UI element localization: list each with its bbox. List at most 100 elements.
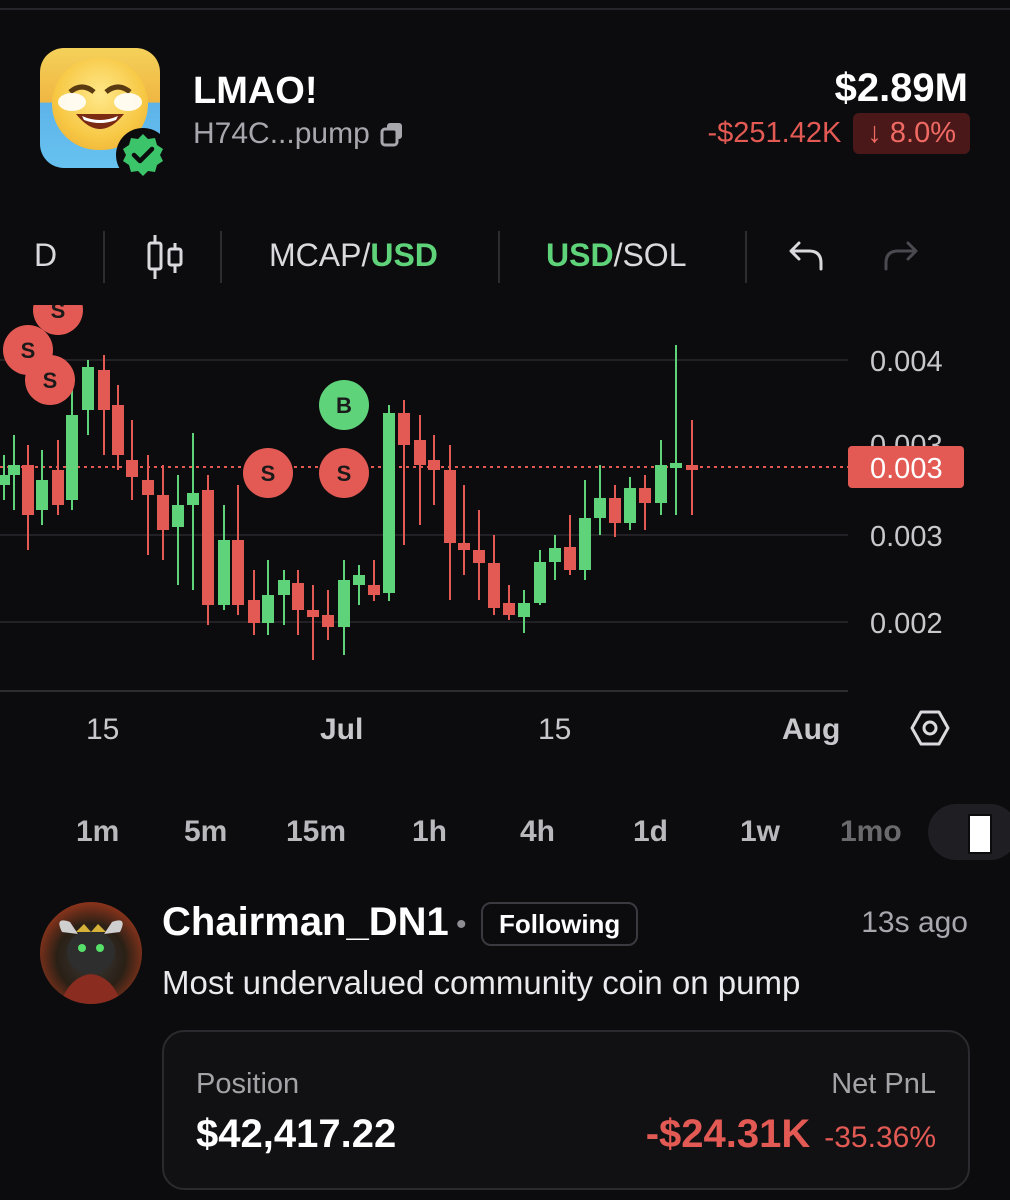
quote-active: USD [546, 237, 614, 273]
candle-body [670, 463, 682, 468]
candle-body [66, 415, 78, 500]
timeframe-1d[interactable]: 1d [633, 815, 668, 849]
candle-body [458, 543, 470, 550]
trade-marker-label: B [336, 393, 352, 418]
timeframe-1m[interactable]: 1m [76, 815, 119, 849]
candle-body [248, 600, 260, 623]
change-percent-badge: ↓ 8.0% [853, 113, 970, 154]
chart-toolbar: D MCAP/USD USD/SOL [0, 225, 1010, 289]
timeframe-more-button[interactable] [928, 804, 1010, 860]
timeframe-15m[interactable]: 15m [286, 815, 346, 849]
candle-body [218, 540, 230, 605]
mcap-toggle[interactable]: MCAP/USD [269, 237, 438, 274]
trade-marker-label: S [21, 338, 36, 363]
candle-body [488, 563, 500, 608]
candle-body [398, 413, 410, 445]
position-value: $42,417.22 [196, 1112, 397, 1156]
candle-body [307, 610, 319, 617]
timeframe-1mo[interactable]: 1mo [840, 815, 902, 849]
position-label: Position [196, 1068, 300, 1100]
y-tick-label: 0.004 [870, 346, 943, 378]
x-tick-label: Aug [782, 713, 841, 746]
chart-type-button[interactable] [145, 233, 185, 289]
scroll-indicator [968, 814, 992, 854]
candle-body [579, 518, 591, 570]
candle-body [112, 405, 124, 455]
candle-body [609, 498, 621, 523]
candle-body [126, 460, 138, 477]
mcap-unit: USD [370, 237, 438, 273]
post-text: Most undervalued community coin on pump [162, 964, 801, 1001]
candle-body [187, 493, 199, 505]
undo-button[interactable] [787, 239, 825, 281]
token-address-text: H74C...pump [193, 117, 370, 150]
verified-check-icon [123, 134, 163, 176]
timeframe-4h[interactable]: 4h [520, 815, 555, 849]
price-change-row: -$251.42K ↓ 8.0% [707, 113, 970, 154]
candle-body [473, 550, 485, 563]
following-button[interactable]: Following [481, 902, 639, 946]
candle-body [428, 460, 440, 470]
token-address[interactable]: H74C...pump [193, 117, 404, 151]
timeframe-5m[interactable]: 5m [184, 815, 227, 849]
pnl-percent: -35.36% [824, 1121, 936, 1154]
change-absolute: -$251.42K [707, 117, 842, 149]
pnl-value: -$24.31K [645, 1112, 811, 1156]
toolbar-divider [220, 231, 222, 283]
separator-dot: • [456, 908, 467, 941]
candle-body [82, 367, 94, 410]
price-chart[interactable]: SSSBSS 0.004 0.003 0.003 0.003 0.002 [0, 305, 1010, 705]
redo-button[interactable] [882, 239, 920, 281]
undo-icon [789, 241, 823, 271]
y-tick-label: 0.003 [870, 521, 943, 553]
interval-button[interactable]: D [34, 237, 57, 274]
timeframe-1h[interactable]: 1h [412, 815, 447, 849]
candle-body [338, 580, 350, 627]
candle-body [624, 488, 636, 523]
candle-body [655, 465, 667, 503]
candle-body [278, 580, 290, 595]
candle-body [444, 470, 456, 543]
pnl-row: -$24.31K -35.36% [646, 1112, 936, 1157]
candle-body [534, 562, 546, 603]
avatar[interactable] [40, 902, 142, 1004]
market-cap-value: $2.89M [834, 66, 968, 110]
post-timestamp: 13s ago [861, 906, 968, 939]
x-tick-label: 15 [538, 713, 572, 746]
candle-body [292, 583, 304, 610]
trade-marker-label: S [51, 305, 66, 323]
candle-body [98, 370, 110, 410]
trade-marker-label: S [43, 368, 58, 393]
candle-body [353, 575, 365, 585]
redo-icon [884, 241, 918, 271]
candle-body [594, 498, 606, 518]
candle-body [22, 465, 34, 515]
candle-body [232, 540, 244, 605]
top-divider [0, 8, 1010, 10]
quote-other: /SOL [613, 237, 687, 273]
timeframe-1w[interactable]: 1w [740, 815, 780, 849]
current-price-label: 0.003 [870, 453, 943, 485]
position-card[interactable]: Position $42,417.22 Net PnL -$24.31K -35… [162, 1030, 970, 1190]
candle-body [36, 480, 48, 510]
candle-body [549, 548, 561, 562]
candle-body [202, 490, 214, 605]
candle-body [518, 603, 530, 617]
candle-body [52, 470, 64, 505]
candle-body [503, 603, 515, 615]
x-tick-label: 15 [86, 713, 120, 746]
candle-body [0, 475, 10, 485]
candle-body [172, 505, 184, 527]
candle-body [322, 615, 334, 627]
chart-settings-button[interactable] [910, 708, 950, 753]
quote-currency-toggle[interactable]: USD/SOL [546, 237, 686, 274]
username[interactable]: Chairman_DN1 [162, 900, 449, 945]
candle-body [639, 488, 651, 503]
candle-body [414, 440, 426, 465]
toolbar-divider [498, 231, 500, 283]
x-tick-label: Jul [320, 713, 364, 746]
candle-body [383, 413, 395, 593]
candlestick-icon [147, 235, 183, 279]
verified-badge [116, 128, 170, 182]
copy-icon[interactable] [380, 121, 404, 147]
